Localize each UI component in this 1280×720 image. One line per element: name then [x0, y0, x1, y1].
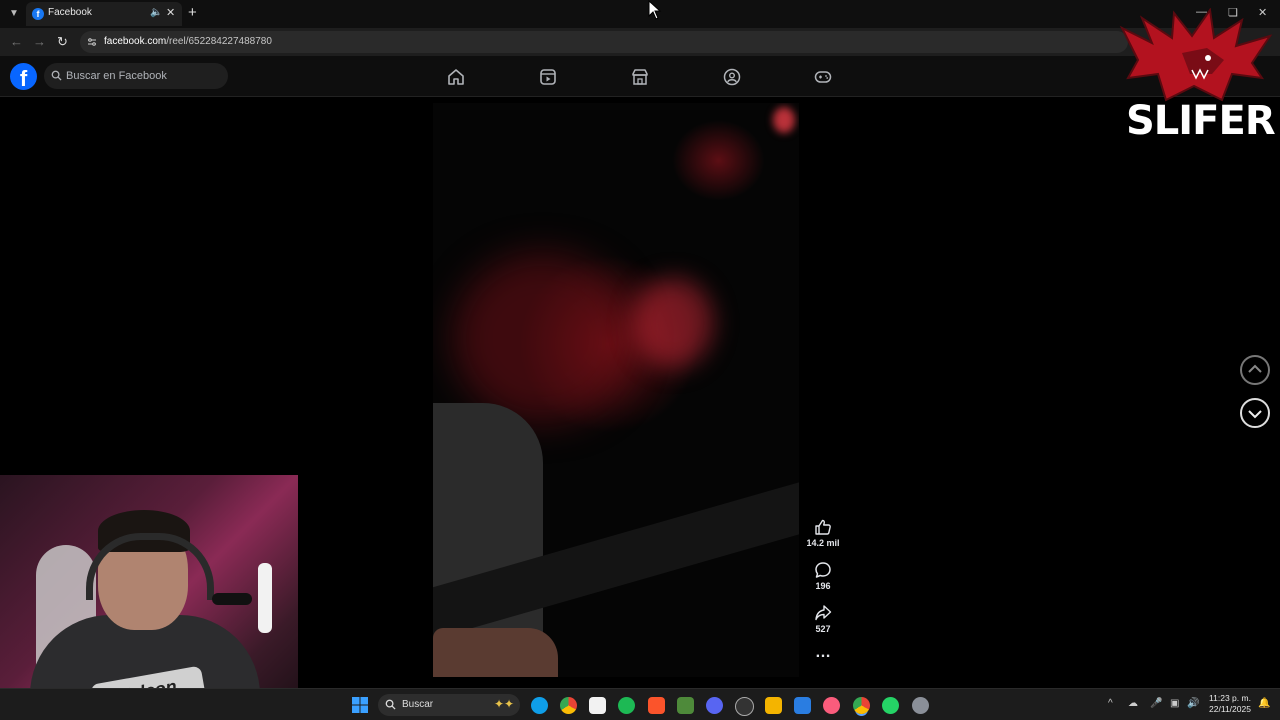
- spotify-icon[interactable]: [618, 697, 635, 714]
- tray-network-icon[interactable]: ▣: [1170, 698, 1179, 709]
- gaming-icon[interactable]: [814, 68, 832, 86]
- comment-count: 196: [815, 581, 831, 591]
- itunes-icon[interactable]: [823, 697, 840, 714]
- previous-reel-button[interactable]: [1240, 355, 1270, 385]
- forward-icon[interactable]: →: [33, 34, 46, 49]
- marketplace-icon[interactable]: [631, 68, 649, 86]
- onedrive-icon[interactable]: [794, 697, 811, 714]
- back-icon[interactable]: ←: [10, 34, 23, 49]
- chevron-up-icon: [1248, 364, 1262, 373]
- taskbar-search-placeholder: Buscar: [402, 699, 434, 710]
- like-thumb-icon: [815, 519, 831, 535]
- video-frame-red-light: [453, 253, 633, 423]
- taskbar-clock[interactable]: 11:23 p. m. 22/11/2025: [1206, 693, 1254, 715]
- facebook-favicon-icon: f: [32, 8, 44, 20]
- site-info-icon[interactable]: [87, 37, 97, 47]
- share-count: 527: [815, 624, 831, 634]
- tab-search-dropdown-icon[interactable]: ▼: [6, 6, 22, 22]
- discord-icon[interactable]: [706, 697, 723, 714]
- comment-button[interactable]: 196: [806, 561, 840, 591]
- share-button[interactable]: 527: [806, 604, 840, 634]
- comment-icon: [815, 562, 831, 578]
- clock-date: 22/11/2025: [1209, 704, 1251, 714]
- tab-title: Facebook: [48, 7, 92, 18]
- reload-icon[interactable]: ↻: [57, 34, 68, 50]
- taskbar-search-input[interactable]: Buscar ✦✦: [378, 694, 520, 716]
- webcam-microphone: [212, 593, 252, 605]
- settings-gear-icon[interactable]: [912, 697, 929, 714]
- video-frame-red-spot: [773, 107, 795, 133]
- like-button[interactable]: 14.2 mil: [806, 518, 840, 548]
- tray-microphone-icon[interactable]: 🎤: [1150, 698, 1162, 709]
- home-icon[interactable]: [447, 68, 465, 86]
- share-icon: [815, 605, 832, 621]
- facebook-header: f Buscar en Facebook: [0, 56, 1280, 97]
- tray-overflow-chevron-icon[interactable]: ^: [1108, 698, 1113, 709]
- video-frame-hand: [433, 628, 558, 677]
- url-text: facebook.com/reel/652284227488780: [104, 36, 272, 47]
- slifer-logo-overlay: SLIFER: [1112, 7, 1276, 158]
- copilot-sparkle-icon: ✦✦: [494, 697, 515, 711]
- webcam-figure: [258, 563, 272, 633]
- next-reel-button[interactable]: [1240, 398, 1270, 428]
- browser-toolbar: ← → ↻ facebook.com/reel/652284227488780: [0, 28, 1280, 56]
- obs-icon[interactable]: [735, 697, 754, 716]
- tab-close-icon[interactable]: ✕: [166, 6, 175, 19]
- windows-taskbar: Buscar ✦✦ ^ ☁ 🎤 ▣ 🔊 11:23 p. m. 22/11/20…: [0, 688, 1280, 720]
- brave-icon[interactable]: [648, 697, 665, 714]
- chevron-down-icon: [1248, 410, 1262, 419]
- address-bar[interactable]: facebook.com/reel/652284227488780: [80, 31, 1128, 53]
- whatsapp-icon[interactable]: [882, 697, 899, 714]
- url-path: /reel/652284227488780: [166, 36, 272, 47]
- browser-tab-strip: ▼ f Facebook 🔈 ✕ + — ❏ ✕: [0, 0, 1280, 28]
- groups-icon[interactable]: [723, 68, 741, 86]
- capcut-icon[interactable]: [589, 697, 606, 714]
- slifer-wordmark: SLIFER: [1126, 98, 1276, 144]
- tray-volume-icon[interactable]: 🔊: [1187, 698, 1199, 709]
- chrome-active-icon[interactable]: [853, 697, 870, 714]
- minecraft-icon[interactable]: [677, 697, 694, 714]
- windows-start-icon[interactable]: [352, 697, 368, 713]
- tray-cloud-icon[interactable]: ☁: [1128, 698, 1138, 709]
- like-count: 14.2 mil: [806, 538, 840, 548]
- webcam-overlay: Falcon: [0, 475, 298, 720]
- facebook-search-input[interactable]: Buscar en Facebook: [44, 63, 228, 89]
- tab-facebook[interactable]: f Facebook 🔈 ✕: [26, 2, 182, 26]
- facebook-logo-icon[interactable]: f: [10, 63, 37, 90]
- video-frame-red-highlight: [633, 278, 713, 368]
- chrome-icon[interactable]: [560, 697, 577, 714]
- edge-icon[interactable]: [531, 697, 548, 714]
- reel-video[interactable]: [433, 103, 799, 677]
- video-icon[interactable]: [539, 68, 557, 86]
- microsoft-store-icon[interactable]: [765, 697, 782, 714]
- more-options-icon[interactable]: …: [813, 645, 833, 662]
- url-host: facebook.com: [104, 36, 167, 47]
- dragon-logo-icon: [1119, 7, 1273, 102]
- clock-time: 11:23 p. m.: [1209, 693, 1251, 703]
- taskbar-search-icon: [385, 699, 396, 710]
- new-tab-button[interactable]: +: [188, 4, 197, 21]
- search-placeholder: Buscar en Facebook: [66, 70, 167, 82]
- search-icon: [51, 70, 62, 81]
- audio-playing-icon[interactable]: 🔈: [150, 7, 162, 18]
- mouse-cursor-icon: [648, 0, 662, 20]
- notification-bell-icon[interactable]: 🔔: [1258, 698, 1270, 709]
